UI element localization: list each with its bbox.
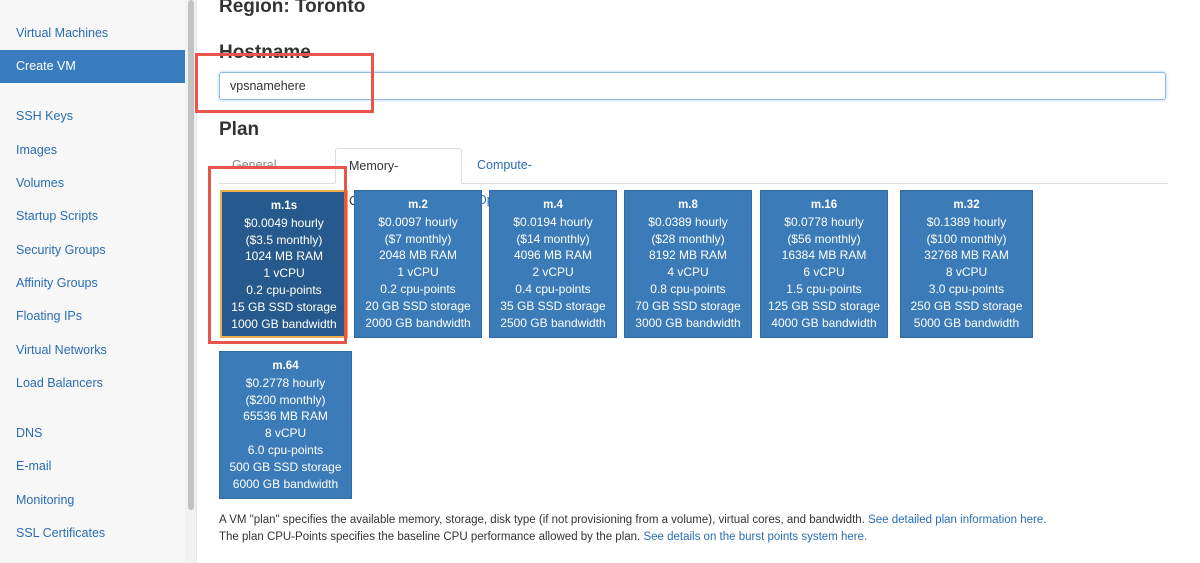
plan-ram: 65536 MB RAM: [243, 409, 328, 424]
cpu-points-info-text: The plan CPU-Points specifies the baseli…: [219, 531, 641, 543]
sidebar-item-virtual-machines[interactable]: Virtual Machines: [0, 17, 185, 50]
plan-info-line-1: A VM "plan" specifies the available memo…: [219, 514, 1046, 526]
plan-hourly: $0.0097 hourly: [378, 214, 458, 229]
plan-card-m8[interactable]: m.8 $0.0389 hourly ($28 monthly) 8192 MB…: [624, 190, 752, 338]
sidebar-item-dns[interactable]: DNS: [0, 417, 185, 450]
plan-ram: 16384 MB RAM: [781, 248, 867, 263]
sidebar-item-email[interactable]: E-mail: [0, 450, 185, 483]
plan-hourly: $0.0778 hourly: [784, 214, 864, 229]
plan-vcpu: 1 vCPU: [397, 265, 439, 280]
plan-bandwidth: 6000 GB bandwidth: [232, 476, 339, 491]
plan-vcpu: 8 vCPU: [264, 426, 307, 441]
sidebar-item-images[interactable]: Images: [0, 134, 185, 167]
sidebar-item-startup-scripts[interactable]: Startup Scripts: [0, 200, 185, 233]
plan-monthly: ($14 monthly): [516, 231, 590, 246]
sidebar-item-load-balancers[interactable]: Load Balancers: [0, 367, 185, 400]
plan-info-line-2: The plan CPU-Points specifies the baseli…: [219, 531, 867, 543]
plan-storage: 20 GB SSD storage: [365, 298, 471, 313]
hostname-input[interactable]: [219, 72, 1166, 100]
plan-name: m.1s: [270, 200, 298, 212]
plan-card-m2[interactable]: m.2 $0.0097 hourly ($7 monthly) 2048 MB …: [354, 190, 482, 338]
plan-monthly: ($100 monthly): [926, 231, 1007, 246]
plan-vcpu: 2 vCPU: [532, 265, 574, 280]
plan-name: m.16: [810, 199, 838, 211]
plan-card-m4[interactable]: m.4 $0.0194 hourly ($14 monthly) 4096 MB…: [489, 190, 617, 338]
sidebar-item-volumes[interactable]: Volumes: [0, 167, 185, 200]
sidebar-item-virtual-networks[interactable]: Virtual Networks: [0, 334, 185, 367]
region-title: Region: Toronto: [219, 0, 366, 17]
plan-monthly: ($56 monthly): [787, 231, 861, 246]
plan-monthly: ($7 monthly): [384, 231, 452, 246]
plan-details-link[interactable]: See detailed plan information here.: [868, 514, 1046, 526]
plan-vcpu: 8 vCPU: [945, 265, 988, 280]
plan-cpu-points: 1.5 cpu-points: [786, 281, 862, 296]
plan-bandwidth: 2000 GB bandwidth: [365, 315, 471, 330]
plan-name: m.32: [953, 199, 980, 211]
plan-cpu-points: 0.2 cpu-points: [246, 282, 322, 297]
sidebar-item-create-vm[interactable]: Create VM: [0, 50, 185, 83]
burst-points-link[interactable]: See details on the burst points system h…: [643, 531, 867, 543]
plan-hourly: $0.0049 hourly: [244, 215, 324, 230]
plan-ram: 1024 MB RAM: [244, 249, 324, 264]
plan-cpu-points: 0.8 cpu-points: [650, 281, 726, 296]
plan-cpu-points: 3.0 cpu-points: [928, 281, 1005, 296]
plan-card-m32[interactable]: m.32 $0.1389 hourly ($100 monthly) 32768…: [900, 190, 1033, 338]
plan-name: m.64: [272, 360, 299, 372]
plan-hourly: $0.2778 hourly: [245, 375, 326, 390]
plan-vcpu: 4 vCPU: [667, 265, 709, 280]
plan-ram: 4096 MB RAM: [513, 248, 593, 263]
tab-memory-optimized[interactable]: Memory-Optimized: [335, 148, 462, 208]
plan-card-m16[interactable]: m.16 $0.0778 hourly ($56 monthly) 16384 …: [760, 190, 888, 338]
tab-general-purpose[interactable]: General Purpose: [219, 148, 335, 207]
plan-heading: Plan: [219, 119, 260, 140]
plan-card-m1s[interactable]: m.1s $0.0049 hourly ($3.5 monthly) 1024 …: [220, 190, 348, 338]
sidebar-item-monitoring[interactable]: Monitoring: [0, 484, 185, 517]
plan-ram: 2048 MB RAM: [378, 248, 458, 263]
plan-monthly: ($200 monthly): [245, 392, 326, 407]
plan-storage: 250 GB SSD storage: [910, 298, 1023, 313]
plan-bandwidth: 1000 GB bandwidth: [231, 316, 337, 331]
plan-bandwidth: 5000 GB bandwidth: [913, 315, 1020, 330]
sidebar-scrollbar-thumb[interactable]: [188, 0, 194, 510]
plan-cpu-points: 0.2 cpu-points: [380, 281, 456, 296]
plan-bandwidth: 3000 GB bandwidth: [635, 315, 741, 330]
plan-cpu-points: 6.0 cpu-points: [247, 442, 324, 457]
sidebar-item-affinity-groups[interactable]: Affinity Groups: [0, 267, 185, 300]
plan-info-text: A VM "plan" specifies the available memo…: [219, 514, 865, 526]
sidebar-item-ssh-keys[interactable]: SSH Keys: [0, 100, 185, 133]
main-content: Region: Toronto Hostname Plan General Pu…: [195, 0, 1200, 563]
plan-hourly: $0.0389 hourly: [648, 214, 728, 229]
plan-ram: 8192 MB RAM: [648, 248, 728, 263]
plan-card-m64[interactable]: m.64 $0.2778 hourly ($200 monthly) 65536…: [219, 351, 352, 499]
plan-storage: 35 GB SSD storage: [500, 298, 606, 313]
plan-storage: 15 GB SSD storage: [231, 299, 337, 314]
sidebar-item-security-groups[interactable]: Security Groups: [0, 234, 185, 267]
tab-compute-optimized[interactable]: Compute-Optimized: [464, 148, 592, 207]
plan-bandwidth: 2500 GB bandwidth: [500, 315, 606, 330]
sidebar-item-floating-ips[interactable]: Floating IPs: [0, 300, 185, 333]
plan-monthly: ($28 monthly): [651, 231, 725, 246]
plan-cpu-points: 0.4 cpu-points: [515, 281, 591, 296]
sidebar: Virtual Machines Create VM SSH Keys Imag…: [0, 0, 197, 563]
plan-vcpu: 1 vCPU: [263, 266, 305, 281]
hostname-heading: Hostname: [219, 42, 311, 63]
plan-ram: 32768 MB RAM: [924, 248, 1009, 263]
plan-hourly: $0.1389 hourly: [926, 214, 1007, 229]
plan-name: m.4: [543, 199, 563, 211]
plan-vcpu: 6 vCPU: [803, 265, 845, 280]
plan-storage: 125 GB SSD storage: [767, 298, 881, 313]
plan-hourly: $0.0194 hourly: [513, 214, 593, 229]
plan-storage: 500 GB SSD storage: [229, 459, 342, 474]
plan-name: m.8: [678, 199, 698, 211]
plan-monthly: ($3.5 monthly): [245, 232, 323, 247]
plan-storage: 70 GB SSD storage: [635, 298, 741, 313]
sidebar-item-ssl-certificates[interactable]: SSL Certificates: [0, 517, 185, 550]
plan-bandwidth: 4000 GB bandwidth: [771, 315, 877, 330]
plan-name: m.2: [408, 199, 428, 211]
